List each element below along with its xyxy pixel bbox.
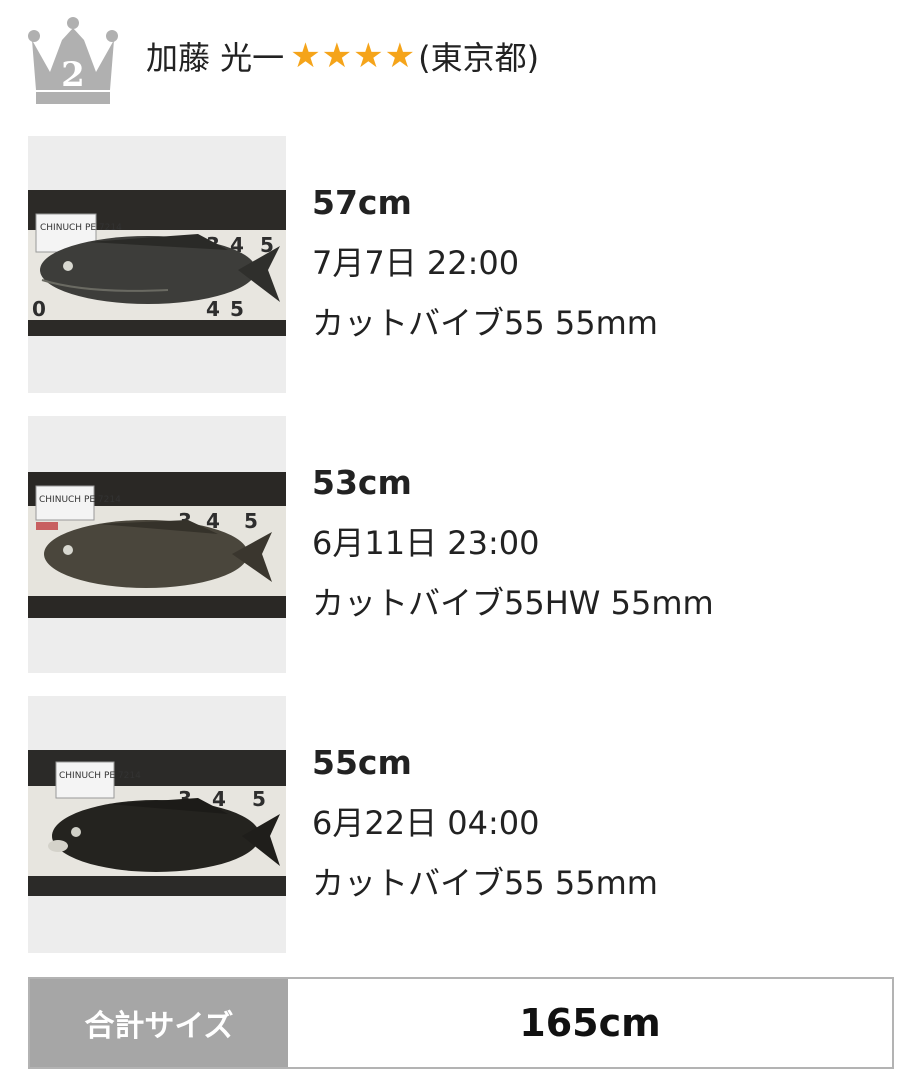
angler-name: 加藤 光一 [146, 39, 285, 77]
catch-size: 53cm [312, 463, 412, 502]
svg-text:5: 5 [244, 509, 258, 533]
total-size-value: 165cm [519, 1001, 661, 1045]
photo-tag: CHINUCH PE 7214 [39, 495, 121, 505]
catch-lure: カットバイブ55 55mm [312, 304, 658, 342]
svg-text:5: 5 [230, 297, 244, 321]
catch-lure: カットバイブ55HW 55mm [312, 584, 714, 622]
photo-tag: CHINUCH PE 7214 [40, 223, 122, 233]
catch-datetime: 6月22日 04:00 [312, 804, 540, 842]
rank-number: 2 [61, 55, 85, 95]
catch-photo[interactable]: 345 CHINUCH PE 7214 [28, 416, 286, 673]
angler-header: 2 加藤 光一 ★★★★ (東京都) [0, 0, 920, 115]
catch-info: 53cm 6月11日 23:00 カットバイブ55HW 55mm [312, 460, 902, 640]
catch-datetime: 6月11日 23:00 [312, 524, 540, 562]
catch-size: 55cm [312, 743, 412, 782]
svg-text:0: 0 [32, 297, 46, 321]
svg-text:5: 5 [252, 787, 266, 811]
catch-item[interactable]: 345 045 CHINUCH PE 7214 57cm 7月7日 22:00 … [0, 136, 920, 393]
catch-lure: カットバイブ55 55mm [312, 864, 658, 902]
catch-datetime: 7月7日 22:00 [312, 244, 520, 282]
photo-tag: CHINUCH PE 7214 [59, 771, 141, 781]
catch-photo[interactable]: 345 CHINUCH PE 7214 [28, 696, 286, 953]
catch-info: 57cm 7月7日 22:00 カットバイブ55 55mm [312, 180, 902, 360]
total-size-label: 合計サイズ [30, 979, 288, 1067]
fish-photo-image: 345 CHINUCH PE 7214 [28, 472, 286, 618]
fish-photo-image: 345 CHINUCH PE 7214 [28, 750, 286, 896]
catch-photo[interactable]: 345 045 CHINUCH PE 7214 [28, 136, 286, 393]
catch-size: 57cm [312, 183, 412, 222]
angler-line: 加藤 光一 ★★★★ (東京都) [146, 32, 539, 80]
catch-item[interactable]: 345 CHINUCH PE 7214 53cm 6月11日 23:00 カット… [0, 416, 920, 673]
fish-photo-image: 345 045 CHINUCH PE 7214 [28, 190, 286, 336]
catch-info: 55cm 6月22日 04:00 カットバイブ55 55mm [312, 740, 902, 920]
crown-icon: 2 [28, 17, 118, 104]
total-size-row: 合計サイズ 165cm [28, 977, 894, 1069]
svg-text:4: 4 [206, 297, 220, 321]
rating-stars: ★★★★ [290, 36, 417, 76]
catch-item[interactable]: 345 CHINUCH PE 7214 55cm 6月22日 04:00 カット… [0, 696, 920, 953]
angler-region: (東京都) [418, 39, 540, 77]
